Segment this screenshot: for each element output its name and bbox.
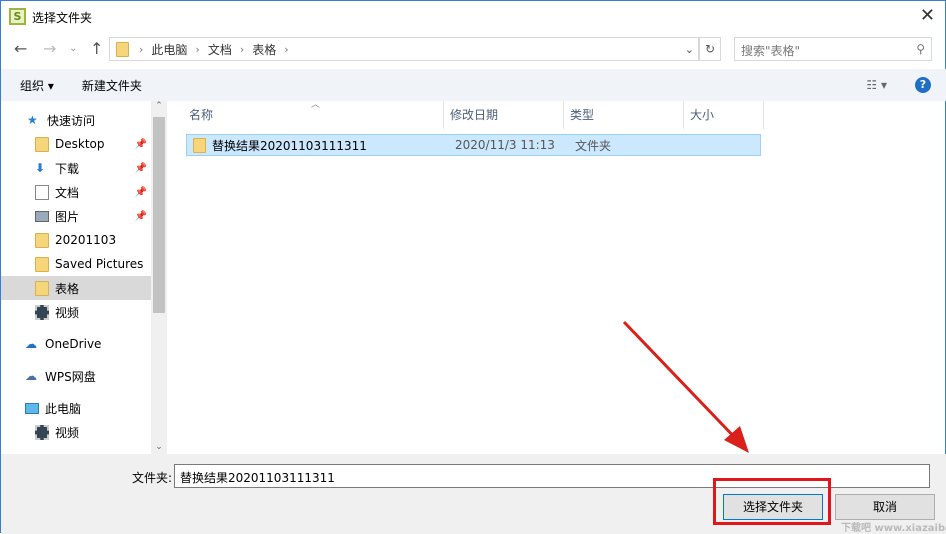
back-button[interactable]: ← [14, 39, 27, 59]
select-folder-button[interactable]: 选择文件夹 [723, 494, 823, 520]
sidebar-item-this-pc[interactable]: 此电脑 [1, 396, 151, 420]
sidebar-item-label: 文档 [55, 185, 80, 200]
folder-icon [35, 136, 49, 152]
sidebar-item-downloads[interactable]: ⬇ 下载 📌 [1, 156, 151, 180]
recent-dropdown[interactable]: ⌄ [69, 43, 77, 63]
sidebar-item-label: 视频 [55, 425, 80, 440]
sidebar-item-20201103[interactable]: 20201103 [1, 228, 151, 252]
folder-icon [35, 232, 49, 248]
title-bar: S 选择文件夹 ✕ [1, 1, 946, 33]
column-header-date[interactable]: 修改日期 [444, 101, 564, 129]
sidebar-item-desktop[interactable]: Desktop 📌 [1, 132, 151, 156]
picture-icon [35, 210, 49, 222]
sidebar-item-pictures[interactable]: 图片 📌 [1, 204, 151, 228]
scroll-up-arrow[interactable]: ⌃ [151, 101, 167, 111]
window-title: 选择文件夹 [32, 11, 93, 25]
organize-button[interactable]: 组织 ▾ [20, 77, 54, 94]
sidebar-item-label: 图片 [55, 209, 80, 224]
folder-icon [35, 280, 49, 296]
cloud-icon: ☁ [25, 336, 37, 351]
help-icon[interactable]: ? [915, 77, 931, 93]
red-arrow-annotation [622, 320, 749, 453]
sidebar-item-saved-pictures[interactable]: Saved Pictures [1, 252, 151, 276]
sidebar-item-label: 视频 [55, 305, 80, 320]
sidebar-item-label: Saved Pictures [55, 257, 144, 271]
sidebar-item-videos-pc[interactable]: 视频 [1, 420, 151, 444]
sidebar-item-label: Desktop [55, 137, 105, 151]
file-date: 2020/11/3 11:13 [455, 138, 555, 152]
toolbar: 组织 ▾ 新建文件夹 ☷ ▾ ? [1, 69, 946, 101]
new-folder-button[interactable]: 新建文件夹 [82, 77, 142, 94]
pin-icon: 📌 [134, 138, 147, 150]
search-input[interactable]: 搜索"表格" ⚲ [734, 37, 932, 61]
scrollbar-thumb[interactable] [153, 117, 165, 313]
folder-label: 文件夹: [132, 471, 173, 485]
up-button[interactable]: ↑ [90, 39, 103, 59]
sidebar-item-onedrive[interactable]: ☁ OneDrive [1, 332, 151, 356]
sidebar-item-label: 表格 [55, 281, 80, 296]
sidebar-item-label: 快速访问 [47, 113, 96, 128]
forward-button[interactable]: → [43, 39, 56, 59]
file-type: 文件夹 [575, 138, 612, 153]
folder-icon [35, 256, 49, 272]
file-name: 替换结果20201103111311 [212, 138, 367, 153]
download-icon: ⬇ [35, 160, 46, 175]
sidebar-item-videos[interactable]: 视频 [1, 300, 151, 324]
column-header-size[interactable]: 大小 [684, 101, 764, 129]
address-bar[interactable]: › 此电脑 › 文档 › 表格 › ⌄ [109, 37, 699, 61]
video-icon [35, 424, 49, 440]
pin-icon: 📌 [134, 162, 147, 174]
cancel-button[interactable]: 取消 [835, 494, 935, 520]
view-options-icon[interactable]: ☷ ▾ [866, 78, 887, 92]
folder-icon [193, 137, 206, 153]
sidebar-item-label: 此电脑 [45, 401, 82, 416]
pin-icon: 📌 [134, 186, 147, 198]
pin-icon: 📌 [134, 210, 147, 222]
sidebar-item-quick-access[interactable]: ★ 快速访问 [1, 108, 151, 132]
navigation-pane: ★ 快速访问 Desktop 📌 ⬇ 下载 📌 文档 📌 图片 📌 20201103 Sav… [1, 101, 167, 454]
sidebar-item-wps-cloud[interactable]: ☁ WPS网盘 [1, 364, 151, 388]
search-placeholder: 搜索"表格" [741, 44, 801, 58]
sidebar-item-label: WPS网盘 [45, 369, 96, 384]
app-icon: S [9, 8, 26, 25]
file-row[interactable]: 替换结果20201103111311 2020/11/3 11:13 文件夹 [186, 134, 761, 156]
star-icon: ★ [27, 112, 38, 127]
video-icon [35, 304, 49, 320]
sidebar-item-label: 下载 [55, 161, 80, 176]
watermark: 下载吧 www.xiazaiba.com [841, 523, 946, 534]
sidebar-item-label: 20201103 [55, 233, 117, 247]
cloud-outline-icon: ☁ [25, 368, 37, 383]
close-button[interactable]: ✕ [920, 5, 935, 26]
column-header-name[interactable]: 名称 [183, 101, 444, 129]
scroll-down-arrow[interactable]: ⌄ [151, 442, 167, 452]
folder-icon [116, 41, 129, 57]
sidebar-item-documents[interactable]: 文档 📌 [1, 180, 151, 204]
sidebar-item-label: OneDrive [45, 337, 102, 351]
breadcrumb-item[interactable]: 表格 [252, 41, 276, 58]
document-icon [35, 184, 49, 200]
column-header-type[interactable]: 类型 [564, 101, 684, 129]
chevron-down-icon[interactable]: ⌄ [685, 43, 694, 56]
search-icon: ⚲ [916, 42, 925, 56]
refresh-button[interactable]: ↻ [699, 37, 721, 61]
computer-icon [25, 402, 39, 414]
breadcrumb-item[interactable]: 此电脑 [151, 41, 187, 58]
breadcrumb-item[interactable]: 文档 [208, 41, 232, 58]
sidebar-item-tables[interactable]: 表格 [1, 276, 151, 300]
